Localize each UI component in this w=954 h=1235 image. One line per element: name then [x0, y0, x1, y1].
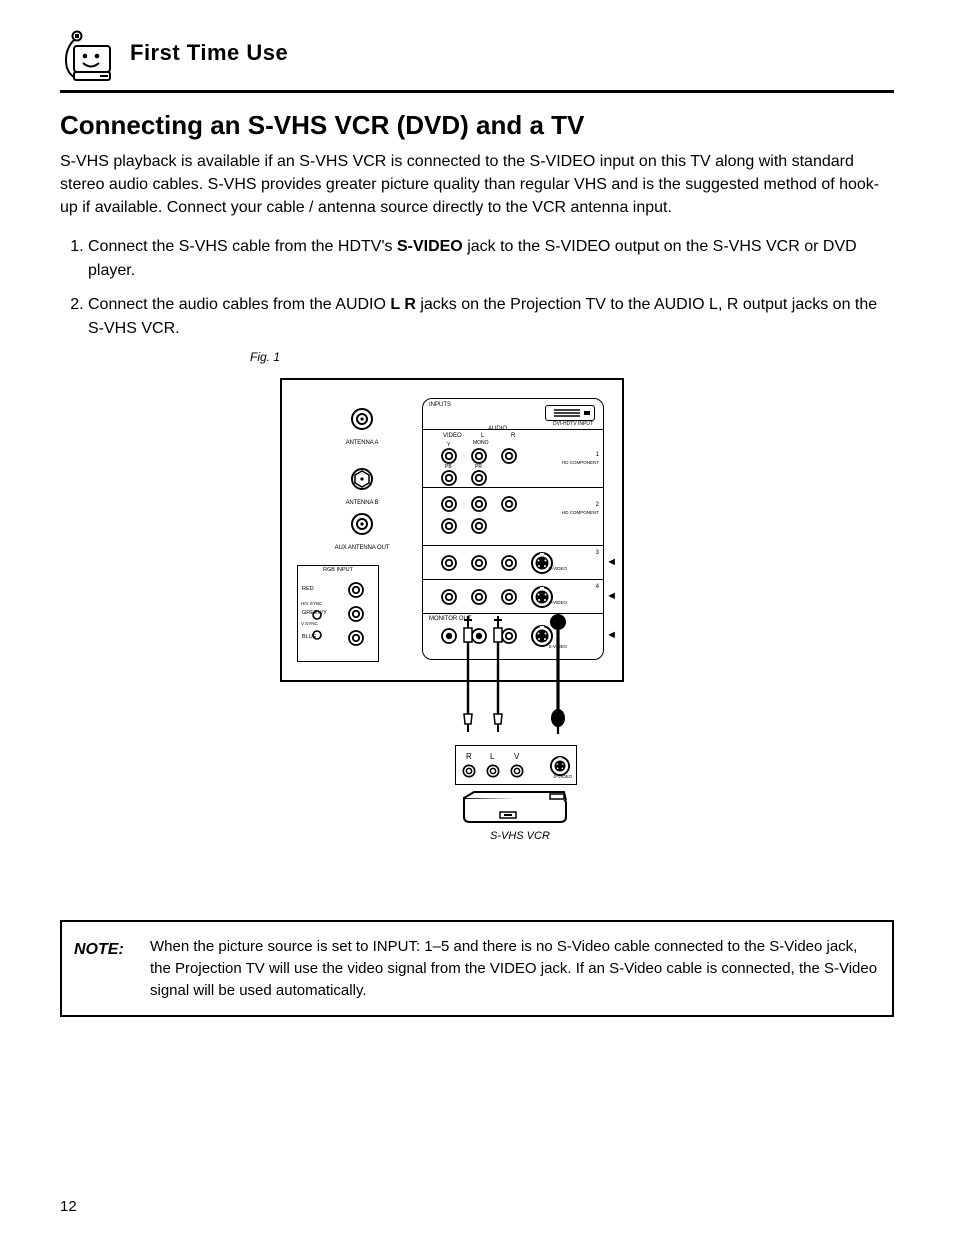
note-label: NOTE: — [74, 938, 124, 961]
in1-y — [441, 448, 457, 464]
rgb-green-jack — [348, 606, 364, 622]
arrow-out: ◄ — [606, 629, 617, 641]
vcr-r-jack — [462, 764, 476, 778]
out-r — [501, 628, 517, 644]
input-row-4: 4 S-VIDEO ◄ — [423, 579, 603, 614]
arrow-in4: ◄ — [606, 590, 617, 602]
inputs-panel: INPUTS DVI-HDTV INPUT VIDEO L R AUDIO MO… — [422, 398, 604, 660]
vcr-device-icon — [460, 790, 570, 825]
vcr-svideo-jack — [550, 756, 570, 776]
rgb-blue-jack — [348, 630, 364, 646]
figure-caption: Fig. 1 — [250, 350, 280, 364]
input-row-2: 2 HD COMPONENT — [423, 487, 603, 546]
note-box: NOTE: When the picture source is set to … — [60, 920, 894, 1017]
step-1: Connect the S-VHS cable from the HDTV's … — [88, 235, 894, 283]
dvi-connector — [545, 405, 595, 421]
vcr-l-jack — [486, 764, 500, 778]
antenna-b-label: ANTENNA B — [307, 500, 417, 506]
rgb-vsync-jack — [312, 630, 322, 640]
step-2: Connect the audio cables from the AUDIO … — [88, 293, 894, 341]
antenna-group: ANTENNA A ANTENNA B AUX ANTENNA OUT — [307, 398, 417, 551]
antenna-a-label: ANTENNA A — [307, 440, 417, 446]
arrow-in3: ◄ — [606, 556, 617, 568]
input-row-1: 1 HD COMPONENT Y PB PR — [423, 429, 603, 488]
aux-out-label: AUX ANTENNA OUT — [307, 545, 417, 551]
rgb-hsync-jack — [312, 610, 322, 620]
intro-paragraph: S-VHS playback is available if an S-VHS … — [60, 150, 894, 220]
vcr-output-panel: R L V S-VIDEO — [455, 745, 577, 785]
tv-back-panel: ANTENNA A ANTENNA B AUX ANTENNA OUT RGB … — [280, 378, 624, 682]
in1-pr — [471, 470, 487, 486]
steps-list: Connect the S-VHS cable from the HDTV's … — [60, 235, 894, 351]
in1-pb — [441, 470, 457, 486]
header-rule — [60, 90, 894, 93]
out-video — [441, 628, 457, 644]
page-title: Connecting an S-VHS VCR (DVD) and a TV — [60, 110, 584, 141]
rgb-input-block: RGB INPUT RED GREEN/Y BLUE H/V SYNC V SY… — [297, 565, 379, 662]
in1-l — [471, 448, 487, 464]
note-body: When the picture source is set to INPUT:… — [150, 938, 877, 999]
antenna-a-jack — [351, 408, 373, 430]
antenna-b-jack — [351, 468, 373, 490]
in1-r — [501, 448, 517, 464]
vcr-v-jack — [510, 764, 524, 778]
rgb-red-jack — [348, 582, 364, 598]
running-head: First Time Use — [130, 40, 288, 66]
vcr-device-label: S-VHS VCR — [490, 830, 550, 842]
input-row-3: 3 S-VIDEO ◄ — [423, 545, 603, 580]
mascot-icon — [60, 30, 120, 85]
page-number: 12 — [60, 1198, 77, 1215]
out-l — [471, 628, 487, 644]
monitor-out-row: MONITOR OUT S-VIDEO ◄ — [423, 613, 603, 658]
aux-out-jack — [351, 513, 373, 535]
